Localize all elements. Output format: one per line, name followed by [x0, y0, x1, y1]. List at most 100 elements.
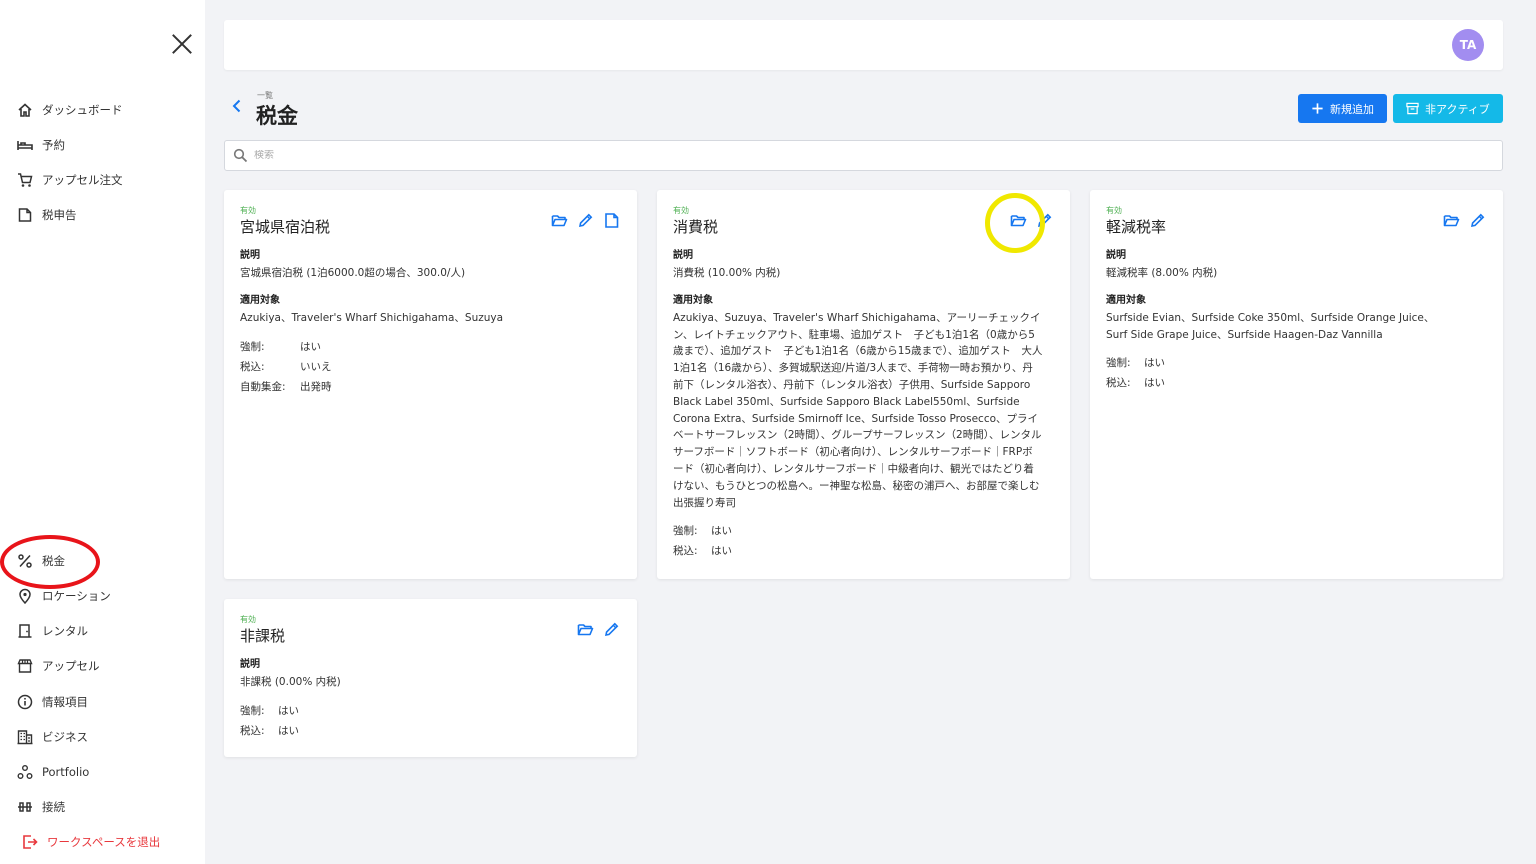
inclusive-row: 税込: はい: [240, 721, 621, 741]
back-arrow-icon[interactable]: [229, 98, 245, 114]
pencil-icon[interactable]: [1469, 212, 1486, 229]
document-icon: [18, 208, 32, 222]
card-title: 非課税: [240, 627, 286, 645]
close-icon[interactable]: [171, 33, 193, 55]
mandatory-value: はい: [300, 340, 321, 353]
folder-open-icon[interactable]: [1443, 212, 1460, 229]
percent-icon: [18, 554, 32, 568]
description-text: 軽減税率 (8.00% 内税): [1106, 267, 1218, 279]
sidebar-item-dashboard[interactable]: ダッシュボード: [17, 98, 123, 122]
properties: 強制: はい 税込: いいえ 自動集金: 出発時: [240, 337, 621, 397]
search-input[interactable]: [254, 150, 1454, 161]
sidebar-item-label: アップセル: [42, 659, 100, 673]
mandatory-row: 強制: はい: [1106, 353, 1487, 373]
door-icon: [18, 624, 32, 638]
inclusive-label: 税込:: [1106, 377, 1131, 390]
sidebar-item-tax[interactable]: 税金: [17, 549, 65, 573]
avatar[interactable]: TA: [1452, 29, 1484, 61]
description-label: 説明: [673, 250, 693, 261]
description-text: 非課税 (0.00% 内税): [240, 676, 341, 688]
logout-button[interactable]: ワークスペースを退出: [22, 830, 160, 854]
folder-open-icon[interactable]: [577, 621, 594, 638]
search-bar: [224, 140, 1503, 171]
properties: 強制: はい 税込: はい: [240, 701, 621, 741]
page-title: 税金: [256, 104, 298, 128]
tax-card: 有効 消費税 説明 消費税 (10.00% 内税) 適用対象 Azukiya、S…: [657, 190, 1070, 579]
connection-icon: [18, 802, 32, 812]
mandatory-label: 強制:: [240, 340, 265, 353]
building-icon: [17, 730, 33, 745]
applies-to-label: 適用対象: [1106, 294, 1146, 306]
sidebar-item-rental[interactable]: レンタル: [17, 619, 88, 643]
cart-icon: [18, 173, 33, 187]
mandatory-row: 強制: はい: [673, 521, 1054, 541]
mandatory-row: 強制: はい: [240, 701, 621, 721]
add-new-button[interactable]: 新規追加: [1298, 94, 1387, 123]
sidebar-item-reservations[interactable]: 予約: [17, 133, 65, 157]
sidebar-item-label: 情報項目: [42, 695, 88, 709]
description-text: 宮城県宿泊税 (1泊6000.0超の場合、300.0/人): [240, 267, 466, 279]
mandatory-row: 強制: はい: [240, 337, 621, 357]
home-icon: [18, 103, 32, 117]
mandatory-value: はい: [711, 525, 732, 538]
mandatory-label: 強制:: [673, 525, 698, 538]
sidebar-item-label: ダッシュボード: [42, 103, 123, 117]
tax-card: 有効 宮城県宿泊税 説明 宮城県宿泊税 (1泊6000.0超の場合、300.0/…: [224, 190, 637, 579]
folder-open-icon[interactable]: [1010, 212, 1027, 229]
bed-icon: [17, 141, 33, 150]
applies-to-label: 適用対象: [673, 294, 713, 306]
card-actions: [1443, 212, 1486, 229]
sidebar-item-tax-report[interactable]: 税申告: [17, 203, 77, 227]
tax-card: 有効 非課税 説明 非課税 (0.00% 内税) 強制: はい 税込: はい: [224, 599, 637, 757]
inclusive-value: はい: [1144, 377, 1165, 390]
applies-to-text: Surfside Evian、Surfside Coke 350ml、Surfs…: [1106, 311, 1435, 341]
card-title: 消費税: [673, 218, 719, 236]
sidebar-item-label: 税金: [42, 554, 65, 568]
search-icon: [233, 148, 248, 163]
mandatory-value: はい: [1144, 357, 1165, 370]
inclusive-label: 税込:: [240, 360, 265, 373]
logout-icon: [23, 835, 38, 849]
sidebar-item-upsell[interactable]: アップセル: [17, 654, 100, 678]
sidebar-item-info[interactable]: 情報項目: [17, 690, 88, 714]
pencil-icon[interactable]: [1036, 212, 1053, 229]
inclusive-label: 税込:: [240, 724, 265, 737]
status-badge: 有効: [240, 615, 256, 624]
status-badge: 有効: [673, 206, 689, 215]
inclusive-row: 税込: はい: [1106, 373, 1487, 393]
sidebar-item-connections[interactable]: 接続: [17, 795, 65, 819]
sidebar-item-label: ビジネス: [42, 730, 88, 744]
sidebar-item-label: Portfolio: [42, 765, 90, 779]
description-label: 説明: [240, 250, 260, 261]
store-icon: [17, 659, 33, 673]
archive-icon: [1406, 102, 1419, 115]
pencil-icon[interactable]: [603, 621, 620, 638]
folder-open-icon[interactable]: [551, 212, 568, 229]
status-badge: 有効: [1106, 206, 1122, 215]
card-actions: [1010, 212, 1053, 229]
inactive-button[interactable]: 非アクティブ: [1393, 94, 1503, 123]
sidebar-item-portfolio[interactable]: Portfolio: [17, 760, 89, 784]
sidebar-item-label: ワークスペースを退出: [47, 835, 161, 849]
document-icon[interactable]: [603, 212, 620, 229]
sidebar-item-upsell-orders[interactable]: アップセル注文: [17, 168, 123, 192]
add-new-label: 新規追加: [1330, 102, 1374, 116]
card-actions: [551, 212, 620, 229]
sidebar-item-business[interactable]: ビジネス: [17, 725, 88, 749]
info-icon: [17, 694, 33, 710]
sidebar-item-location[interactable]: ロケーション: [17, 584, 111, 608]
mandatory-value: はい: [278, 704, 299, 717]
sidebar-item-label: 予約: [42, 138, 65, 152]
card-title: 軽減税率: [1106, 218, 1167, 236]
sidebar-item-label: 税申告: [42, 208, 77, 222]
sidebar: ダッシュボード 予約 アップセル注文 税申告 税金 ロケーション レンタル アッ…: [0, 0, 205, 864]
pencil-icon[interactable]: [577, 212, 594, 229]
applies-to-label: 適用対象: [240, 294, 280, 306]
inclusive-value: はい: [278, 724, 299, 737]
autocollect-row: 自動集金: 出発時: [240, 377, 621, 397]
sidebar-item-label: アップセル注文: [42, 173, 123, 187]
description-text: 消費税 (10.00% 内税): [673, 267, 781, 279]
top-header: TA: [224, 20, 1503, 70]
inclusive-row: 税込: いいえ: [240, 357, 621, 377]
portfolio-icon: [17, 765, 33, 779]
